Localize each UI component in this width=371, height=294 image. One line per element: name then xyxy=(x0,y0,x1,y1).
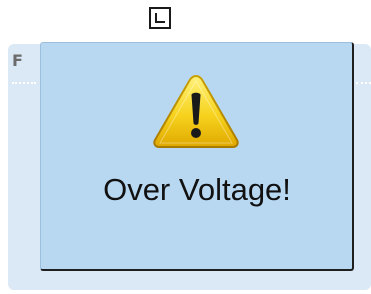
screen: F Over Voltage! xyxy=(0,0,371,294)
background-panel-label: F xyxy=(12,51,23,70)
corner-l-icon xyxy=(149,7,171,29)
panel-divider-right xyxy=(356,82,371,84)
warning-triangle-icon xyxy=(153,74,239,148)
over-voltage-alert[interactable]: Over Voltage! xyxy=(40,42,354,271)
alert-message: Over Voltage! xyxy=(103,172,291,207)
panel-divider-left xyxy=(12,82,36,84)
